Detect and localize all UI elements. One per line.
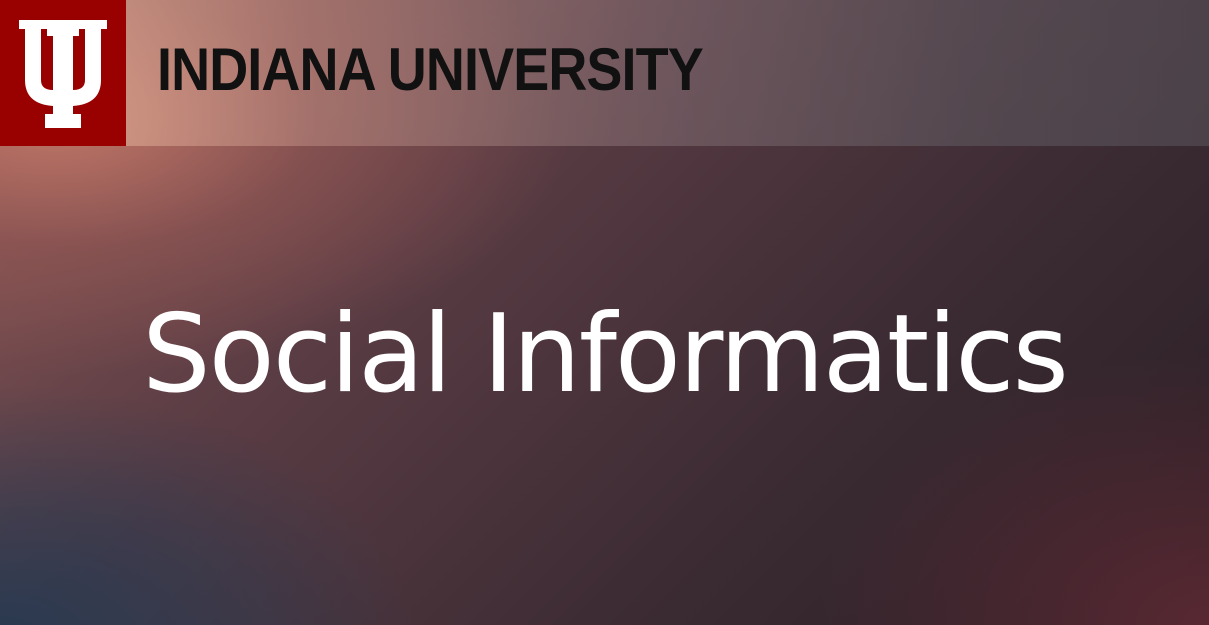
header-bar: INDIANA UNIVERSITY [0,0,1209,146]
banner: INDIANA UNIVERSITY Social Informatics [0,0,1209,625]
iu-trident-icon [19,20,107,128]
university-wordmark: INDIANA UNIVERSITY [157,36,704,103]
page-title: Social Informatics [142,292,1069,417]
iu-logo [0,0,126,146]
